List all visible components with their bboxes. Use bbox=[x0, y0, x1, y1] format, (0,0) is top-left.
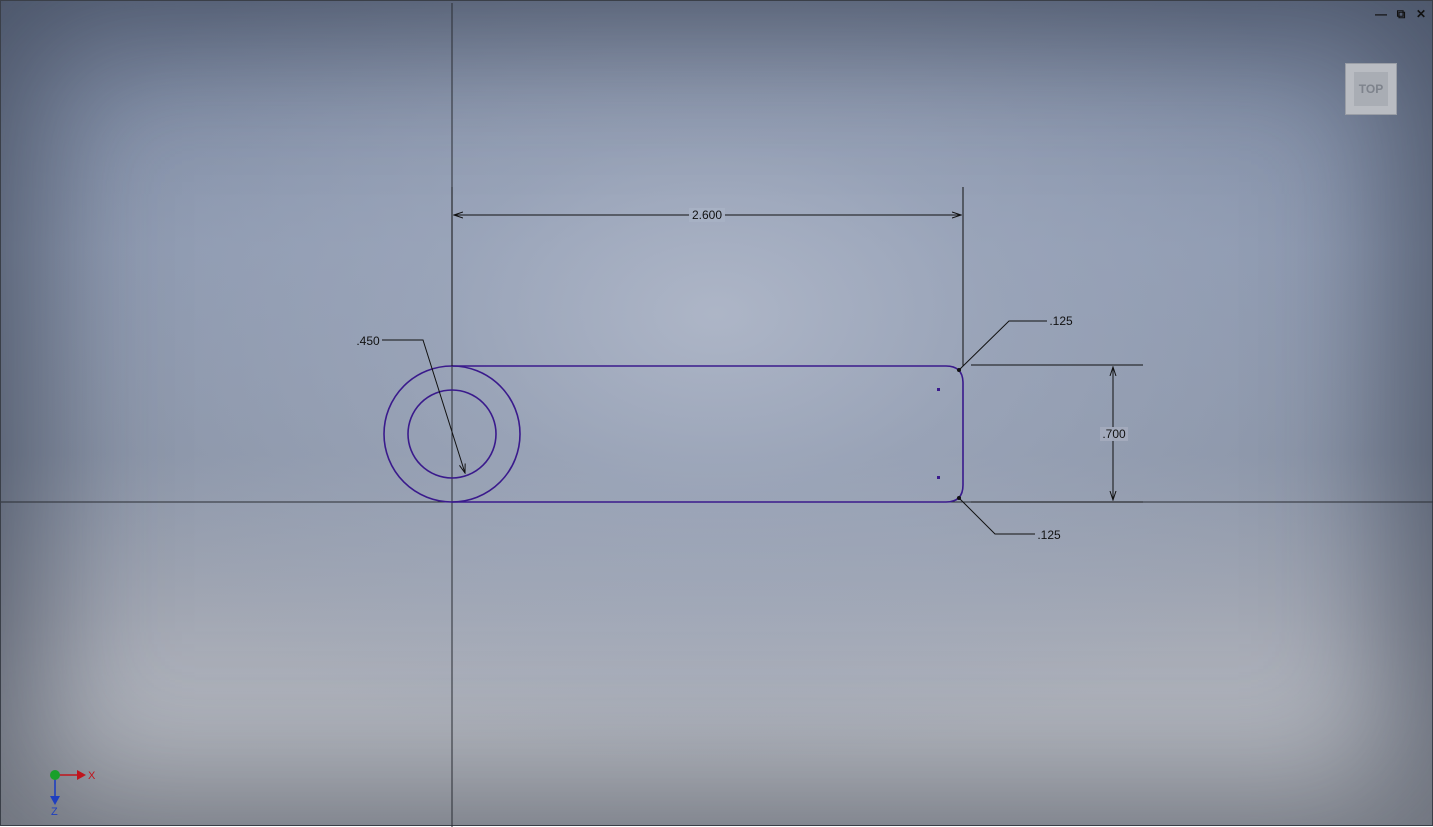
z-axis-label: Z bbox=[51, 806, 58, 818]
x-axis-arrowhead bbox=[77, 770, 86, 780]
fillet-top-leader-line[interactable] bbox=[957, 320, 1047, 372]
height-dimension-value[interactable]: .700 bbox=[1102, 427, 1126, 441]
diameter-dimension-value[interactable]: .450 bbox=[356, 334, 380, 348]
window-controls: — ⧉ ✕ bbox=[1374, 7, 1428, 21]
origin-icon bbox=[50, 770, 60, 780]
fillet-center-point[interactable] bbox=[937, 388, 940, 391]
fillet-bottom-dimension-value[interactable]: .125 bbox=[1037, 528, 1061, 542]
fillet-center-point[interactable] bbox=[937, 476, 940, 479]
minimize-icon[interactable]: — bbox=[1374, 7, 1388, 21]
diameter-leader-line[interactable] bbox=[382, 339, 465, 473]
viewcube-top-face[interactable]: TOP bbox=[1354, 72, 1388, 106]
fillet-top-dimension-value[interactable]: .125 bbox=[1049, 314, 1073, 328]
length-dimension-value[interactable]: 2.600 bbox=[692, 208, 722, 222]
coordinate-triad: X Z bbox=[50, 770, 96, 818]
viewcube[interactable]: TOP bbox=[1345, 63, 1397, 115]
fillet-bottom-leader-line[interactable] bbox=[957, 496, 1035, 535]
close-icon[interactable]: ✕ bbox=[1414, 7, 1428, 21]
slot-profile[interactable] bbox=[452, 365, 964, 503]
z-axis-arrowhead bbox=[50, 796, 60, 805]
restore-icon[interactable]: ⧉ bbox=[1394, 7, 1408, 21]
sketch-canvas[interactable]: 2.600 .700 .450 .125 .125 X Z bbox=[1, 1, 1433, 827]
graphics-viewport[interactable]: 2.600 .700 .450 .125 .125 X Z — ⧉ ✕ TOP bbox=[0, 0, 1433, 827]
x-axis-label: X bbox=[88, 770, 96, 782]
